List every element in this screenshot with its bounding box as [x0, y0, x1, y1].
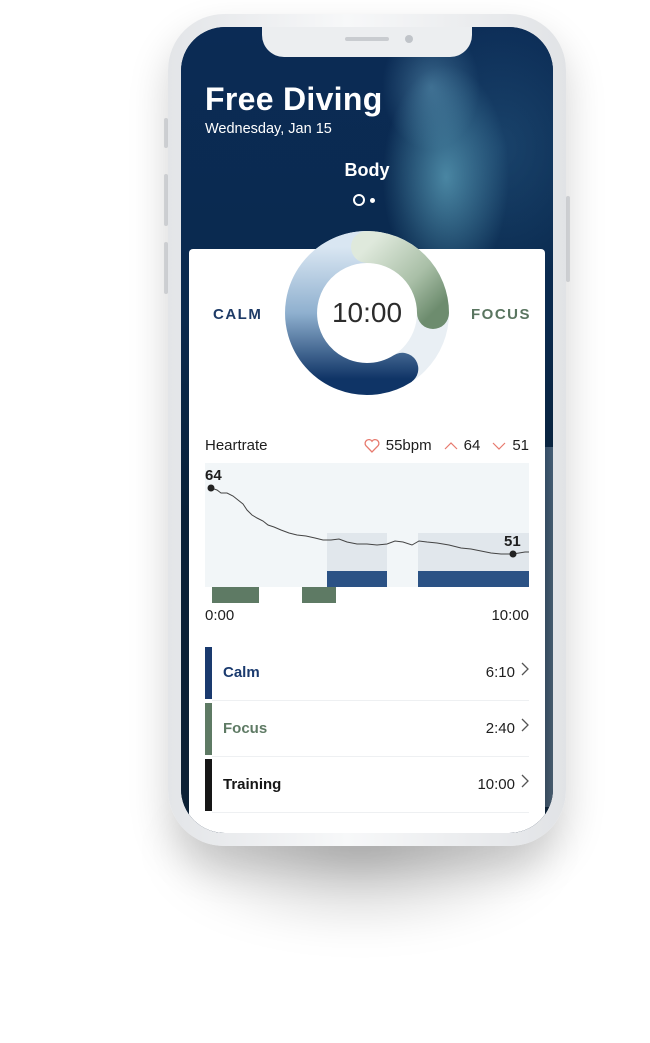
session-row-focus[interactable]: Focus 2:40	[205, 703, 529, 757]
app-screen: Free Diving Wednesday, Jan 15 Body 10:00…	[181, 27, 553, 833]
heartrate-average: 55bpm	[385, 437, 432, 454]
speaker-grill	[345, 37, 389, 41]
summary-card: 10:00 CALM FOCUS Heartrate 55bpm 64 51 6…	[189, 231, 545, 833]
calm-segment-1	[327, 571, 387, 587]
calm-color-bar	[205, 647, 212, 699]
timeline-end: 10:00	[491, 607, 529, 624]
min-value-label: 51	[504, 533, 521, 550]
heartrate-max: 64	[463, 437, 481, 454]
calm-row-label: Calm	[223, 664, 260, 681]
session-row-calm[interactable]: Calm 6:10	[205, 647, 529, 701]
arrow-down-icon	[492, 442, 506, 450]
focus-label: FOCUS	[471, 306, 531, 323]
focus-segment-2	[302, 587, 336, 603]
focus-row-value: 2:40	[485, 720, 515, 737]
arrow-up-icon	[444, 441, 458, 449]
calm-label: CALM	[213, 306, 263, 323]
row-divider	[212, 700, 529, 701]
session-row-training[interactable]: Training 10:00	[205, 759, 529, 813]
max-point	[207, 484, 215, 492]
calm-row-value: 6:10	[485, 664, 515, 681]
focus-segment-1	[212, 587, 259, 603]
heartrate-stats: 55bpm 64 51	[364, 437, 529, 454]
timeline-start: 0:00	[205, 607, 235, 624]
heartrate-min: 51	[512, 437, 529, 454]
chevron-right-icon[interactable]	[521, 774, 529, 788]
heart-icon	[364, 439, 380, 453]
focus-row-label: Focus	[223, 720, 268, 737]
phone-notch	[262, 27, 472, 57]
page-dot[interactable]	[370, 197, 375, 203]
heartrate-label: Heartrate	[205, 437, 268, 454]
power-button	[566, 196, 570, 282]
training-row-value: 10:00	[477, 776, 515, 793]
max-value-label: 64	[205, 467, 222, 484]
page-title: Free Diving	[205, 81, 383, 117]
calm-segment-2	[418, 571, 529, 587]
session-date: Wednesday, Jan 15	[205, 121, 332, 137]
chevron-right-icon[interactable]	[521, 718, 529, 732]
chevron-right-icon[interactable]	[521, 662, 529, 676]
row-divider	[212, 756, 529, 757]
page-dot-active[interactable]	[353, 194, 365, 206]
focus-color-bar	[205, 703, 212, 755]
front-camera	[405, 35, 413, 43]
page-indicator[interactable]	[353, 194, 375, 206]
heartrate-chart: 64 51	[205, 463, 529, 603]
min-point	[509, 550, 517, 558]
row-divider	[212, 812, 529, 813]
training-row-label: Training	[223, 776, 282, 793]
training-color-bar	[205, 759, 212, 811]
section-title: Body	[344, 160, 390, 180]
